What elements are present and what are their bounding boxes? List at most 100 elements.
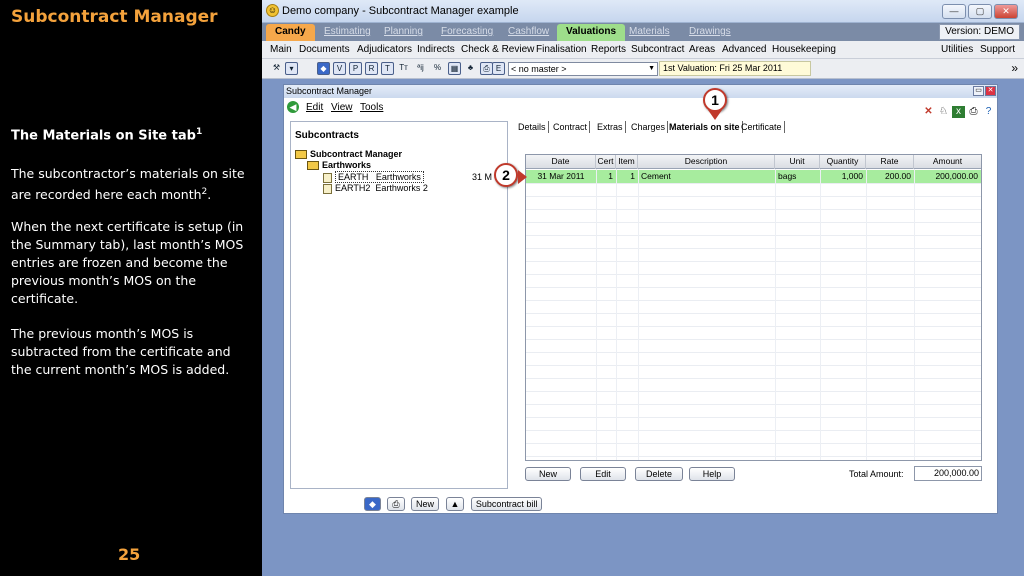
inner-title-bar: Subcontract Manager ▭ ✕ <box>284 85 997 98</box>
edit-button[interactable]: Edit <box>580 467 626 481</box>
cell-date[interactable]: 31 Mar 2011 <box>526 170 596 183</box>
up-arrow-icon[interactable]: ▲ <box>445 496 465 511</box>
e-icon[interactable]: E <box>492 62 505 75</box>
section-title-text: The Materials on Site tab <box>11 128 196 144</box>
tab-cashflow[interactable]: Cashflow <box>499 24 558 41</box>
callout-1: 1 <box>703 88 727 112</box>
person-icon[interactable]: ♣ <box>464 62 477 75</box>
menu-view[interactable]: View <box>331 102 353 113</box>
tree-item-name: Earthworks <box>375 172 421 182</box>
module-tabs: Candy Estimating Planning Forecasting Ca… <box>262 23 1024 41</box>
printer-icon[interactable]: ⎙ <box>967 106 980 118</box>
tab-details[interactable]: Details <box>516 121 549 133</box>
menu-check-review[interactable]: Check & Review <box>461 44 534 55</box>
font-size-icon[interactable]: Tт <box>397 62 410 75</box>
close-button[interactable]: ✕ <box>994 4 1018 19</box>
menu-advanced[interactable]: Advanced <box>722 44 766 55</box>
screen-icon[interactable]: ▾ <box>285 62 298 75</box>
new-button[interactable]: New <box>525 467 571 481</box>
tab-certificate[interactable]: Certificate <box>739 121 785 133</box>
maximize-button[interactable]: ▢ <box>968 4 992 19</box>
col-date[interactable]: Date <box>526 155 596 169</box>
percent-icon[interactable]: % <box>431 62 444 75</box>
menu-finalisation[interactable]: Finalisation <box>536 44 587 55</box>
book-icon[interactable]: ◆ <box>364 496 381 511</box>
restore-icon[interactable]: ▭ <box>973 86 984 96</box>
menu-utilities[interactable]: Utilities <box>941 44 973 55</box>
back-arrow-icon[interactable]: ◀ <box>287 101 299 113</box>
delete-button[interactable]: Delete <box>635 467 683 481</box>
paragraph-3: The previous month’s MOS is subtracted f… <box>11 326 231 377</box>
abc-icon[interactable]: ªij <box>414 62 427 75</box>
menu-tools[interactable]: Tools <box>360 102 383 113</box>
binoculars-icon[interactable]: ♘ <box>937 106 950 118</box>
tree-item-earth[interactable]: EARTH Earthworks <box>323 171 424 183</box>
menu-areas[interactable]: Areas <box>689 44 715 55</box>
calendar-icon[interactable]: ▦ <box>448 62 461 75</box>
menu-reports[interactable]: Reports <box>591 44 626 55</box>
grid-line <box>526 391 981 392</box>
cell-unit[interactable]: bags <box>775 170 820 183</box>
col-item[interactable]: Item <box>616 155 638 169</box>
r-icon[interactable]: R <box>365 62 378 75</box>
app-icon: ☺ <box>266 4 279 17</box>
menu-subcontract[interactable]: Subcontract <box>631 44 684 55</box>
grid-line <box>526 443 981 444</box>
master-select[interactable]: < no master > ▼ <box>508 62 658 76</box>
tab-drawings[interactable]: Drawings <box>680 24 740 41</box>
tree-item-earth2[interactable]: EARTH2 Earthworks 2 <box>323 183 428 194</box>
tab-materials[interactable]: Materials <box>620 24 679 41</box>
col-rate[interactable]: Rate <box>866 155 914 169</box>
col-quantity[interactable]: Quantity <box>820 155 866 169</box>
tab-extras[interactable]: Extras <box>595 121 626 133</box>
cell-description[interactable]: Cement <box>638 170 775 183</box>
cell-quantity[interactable]: 1,000 <box>820 170 866 183</box>
help-icon[interactable]: ? <box>982 106 995 118</box>
tab-materials-on-site[interactable]: Materials on site <box>667 121 743 133</box>
col-amount[interactable]: Amount <box>914 155 981 169</box>
tab-candy[interactable]: Candy <box>266 24 315 41</box>
cell-amount[interactable]: 200,000.00 <box>914 170 981 183</box>
slide-title: Subcontract Manager <box>11 7 218 27</box>
subcontracts-panel: Subcontracts Subcontract Manager Earthwo… <box>290 121 508 489</box>
menu-indirects[interactable]: Indirects <box>417 44 455 55</box>
subcontract-bill-button[interactable]: Subcontract bill <box>470 496 543 511</box>
materials-grid: Date Cert Item Description Unit Quantity… <box>525 154 982 461</box>
tree-root[interactable]: Subcontract Manager <box>295 149 402 160</box>
app-window: ☺ Demo company - Subcontract Manager exa… <box>262 0 1024 576</box>
tools-icon[interactable]: ⚒ <box>270 62 283 75</box>
excel-icon[interactable]: x <box>952 106 965 118</box>
tab-planning[interactable]: Planning <box>375 24 432 41</box>
v-icon[interactable]: V <box>333 62 346 75</box>
tab-charges[interactable]: Charges <box>629 121 669 133</box>
help-button[interactable]: Help <box>689 467 735 481</box>
print-icon[interactable]: ⎙ <box>387 496 405 511</box>
menu-main[interactable]: Main <box>270 44 292 55</box>
menu-housekeeping[interactable]: Housekeeping <box>772 44 836 55</box>
cell-item[interactable]: 1 <box>616 170 638 183</box>
menu-documents[interactable]: Documents <box>299 44 350 55</box>
cell-cert[interactable]: 1 <box>596 170 616 183</box>
menu-support[interactable]: Support <box>980 44 1015 55</box>
tab-estimating[interactable]: Estimating <box>315 24 380 41</box>
minimize-button[interactable]: — <box>942 4 966 19</box>
col-cert[interactable]: Cert <box>596 155 616 169</box>
cell-rate[interactable]: 200.00 <box>866 170 914 183</box>
book-icon[interactable]: ◆ <box>317 62 330 75</box>
new-subcontract-button[interactable]: New <box>411 496 440 511</box>
overflow-chevron-icon[interactable]: » <box>1011 61 1018 75</box>
t-icon[interactable]: T <box>381 62 394 75</box>
table-row[interactable]: 31 Mar 2011 1 1 Cement bags 1,000 200.00… <box>526 170 981 183</box>
inner-close-icon[interactable]: ✕ <box>985 86 996 96</box>
tab-forecasting[interactable]: Forecasting <box>432 24 502 41</box>
col-unit[interactable]: Unit <box>775 155 820 169</box>
tab-valuations[interactable]: Valuations <box>557 24 626 41</box>
menu-edit[interactable]: Edit <box>306 102 323 113</box>
tree-group[interactable]: Earthworks <box>307 160 371 171</box>
p-icon[interactable]: P <box>349 62 362 75</box>
tab-contract[interactable]: Contract <box>551 121 591 133</box>
slide: Subcontract Manager The Materials on Sit… <box>0 0 1024 576</box>
col-description[interactable]: Description <box>638 155 775 169</box>
delete-icon[interactable]: ✕ <box>922 106 935 118</box>
menu-adjudicators[interactable]: Adjudicators <box>357 44 412 55</box>
